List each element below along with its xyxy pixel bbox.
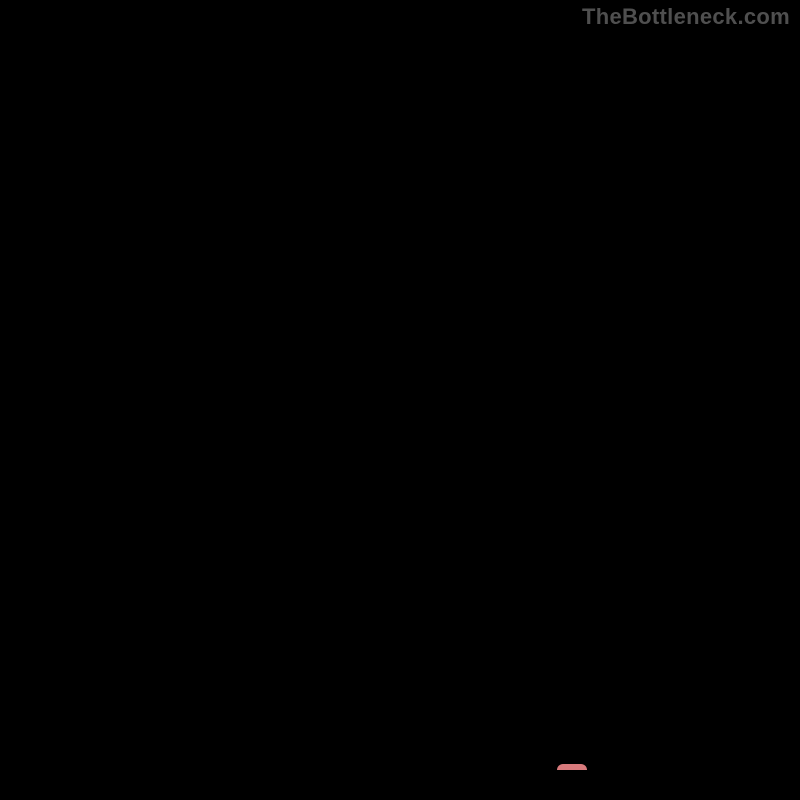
optimum-marker — [557, 764, 587, 770]
plot-area — [54, 30, 794, 770]
bottleneck-curve — [54, 30, 794, 770]
chart-frame: TheBottleneck.com — [0, 0, 800, 800]
curve-path — [54, 30, 794, 770]
watermark-text: TheBottleneck.com — [582, 4, 790, 30]
